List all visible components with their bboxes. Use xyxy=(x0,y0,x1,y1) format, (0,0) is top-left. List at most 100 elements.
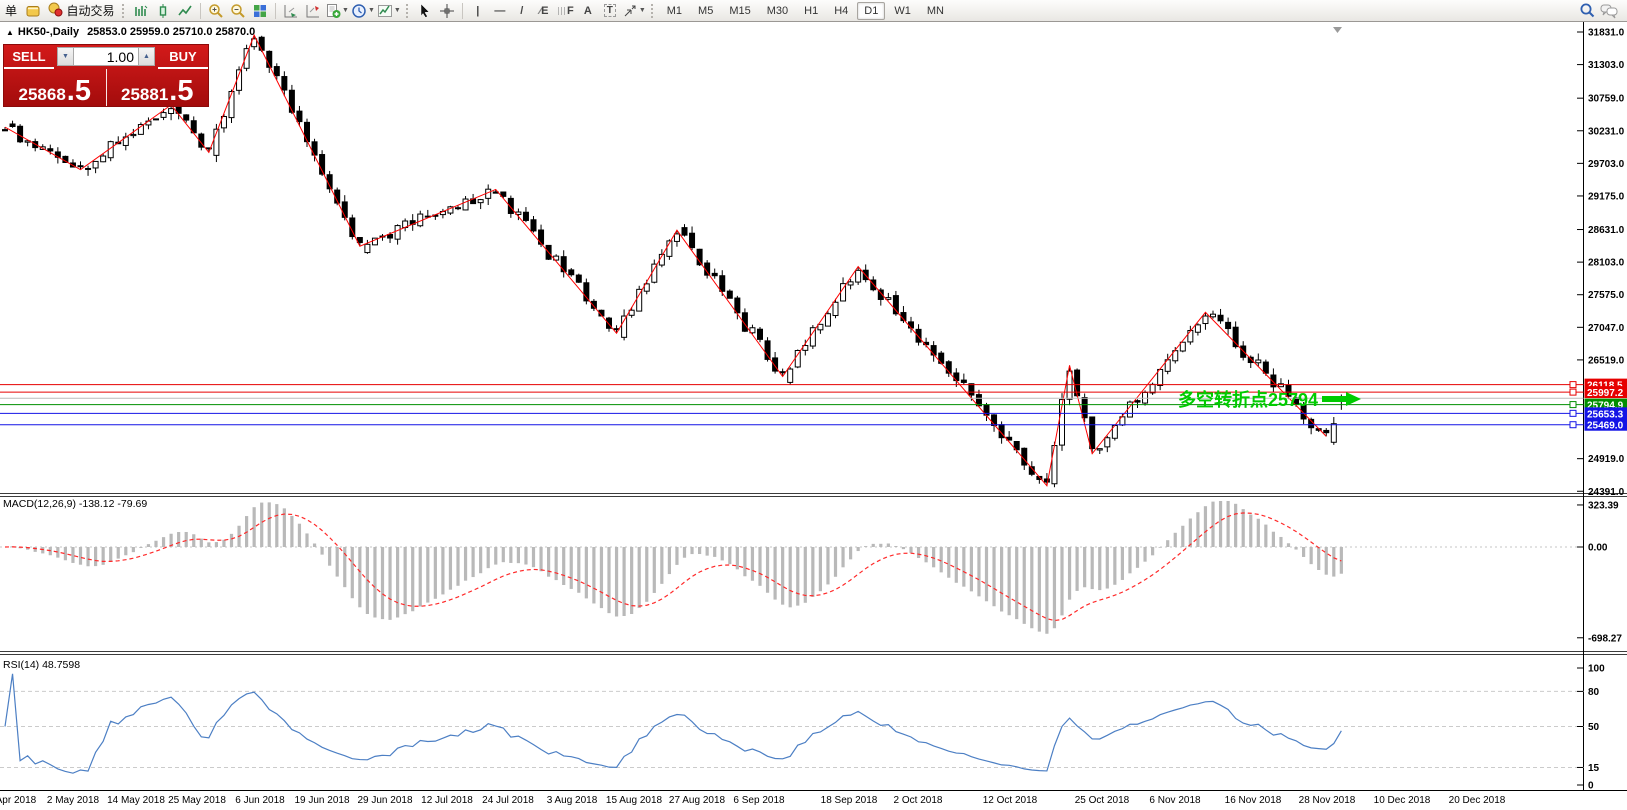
svg-text:28631.0: 28631.0 xyxy=(1588,225,1625,236)
svg-text:6 Sep 2018: 6 Sep 2018 xyxy=(733,795,785,806)
zoom-in-button[interactable] xyxy=(206,2,226,20)
svg-text:12 Oct 2018: 12 Oct 2018 xyxy=(983,795,1038,806)
chart-ohlc-values: 25853.0 25959.0 25710.0 25870.0 xyxy=(87,26,255,38)
volume-increase-button[interactable]: ▲ xyxy=(138,47,155,66)
equidistant-channel-tool[interactable]: ∕∕E xyxy=(534,2,554,20)
timeframe-button-m30[interactable]: M30 xyxy=(760,2,795,20)
timeframe-button-mn[interactable]: MN xyxy=(920,2,951,20)
svg-text:28 Nov 2018: 28 Nov 2018 xyxy=(1299,795,1356,806)
horizontal-line-tool[interactable]: — xyxy=(490,2,510,20)
svg-text:10 Dec 2018: 10 Dec 2018 xyxy=(1374,795,1431,806)
svg-text:25469.0: 25469.0 xyxy=(1587,421,1624,432)
buy-price-frac: .5 xyxy=(169,79,193,103)
buy-price-int: 25881 xyxy=(121,86,168,103)
crosshair-tool-button[interactable] xyxy=(437,2,457,20)
right-arrow-icon xyxy=(1322,392,1362,406)
candlestick-type-button[interactable] xyxy=(153,2,173,20)
toolbar-separator xyxy=(462,3,463,19)
volume-decrease-button[interactable]: ▼ xyxy=(57,47,74,66)
pivot-annotation[interactable]: 多空转折点25794 xyxy=(1178,386,1362,412)
toolbar: 单 自动交易 xyxy=(0,0,1627,22)
trendline-tool[interactable]: / xyxy=(512,2,532,20)
timeframe-group: M1M5M15M30H1H4D1W1MN xyxy=(659,2,952,20)
svg-text:30231.0: 30231.0 xyxy=(1588,126,1625,137)
svg-text:18 Sep 2018: 18 Sep 2018 xyxy=(821,795,878,806)
sell-price[interactable]: 25868 .5 xyxy=(4,69,106,106)
svg-text:25653.3: 25653.3 xyxy=(1587,409,1624,420)
vertical-line-tool[interactable]: | xyxy=(468,2,488,20)
chart-symbol-period: HK50-,Daily xyxy=(18,26,79,38)
drawing-tools-group: |—/∕∕EFAT xyxy=(467,2,621,20)
autoscroll-button[interactable] xyxy=(281,2,301,20)
svg-text:50: 50 xyxy=(1588,722,1600,733)
gold-badge-icon[interactable] xyxy=(23,2,43,20)
svg-text:25 Oct 2018: 25 Oct 2018 xyxy=(1075,795,1130,806)
svg-text:29 Jun 2018: 29 Jun 2018 xyxy=(357,795,412,806)
svg-text:2 Oct 2018: 2 Oct 2018 xyxy=(894,795,943,806)
svg-text:12 Jul 2018: 12 Jul 2018 xyxy=(421,795,473,806)
line-chart-type-button[interactable] xyxy=(175,2,195,20)
svg-text:3 Aug 2018: 3 Aug 2018 xyxy=(547,795,598,806)
tile-windows-button[interactable] xyxy=(250,2,270,20)
toolbar-grip xyxy=(122,4,126,18)
svg-text:16 Nov 2018: 16 Nov 2018 xyxy=(1225,795,1282,806)
volume-input[interactable]: 1.00 xyxy=(74,47,138,66)
sell-price-frac: .5 xyxy=(67,79,91,103)
sell-button[interactable]: SELL xyxy=(4,45,54,69)
label-tool[interactable]: T xyxy=(600,2,620,20)
chat-button[interactable] xyxy=(1599,2,1619,20)
buy-button[interactable]: BUY xyxy=(158,45,208,69)
svg-text:30759.0: 30759.0 xyxy=(1588,94,1625,105)
buy-price[interactable]: 25881 .5 xyxy=(106,69,209,106)
svg-text:0: 0 xyxy=(1588,781,1594,792)
search-button[interactable] xyxy=(1577,2,1597,20)
chart-canvas[interactable]: 31831.031303.030759.030231.029703.029175… xyxy=(0,0,1627,810)
chevron-down-icon: ▼ xyxy=(639,7,646,14)
chevron-down-icon: ▼ xyxy=(368,7,375,14)
svg-text:27 Aug 2018: 27 Aug 2018 xyxy=(669,795,726,806)
timeframe-button-h1[interactable]: H1 xyxy=(797,2,825,20)
indicators-menu-button[interactable]: ▼ xyxy=(377,2,401,20)
pivot-annotation-text: 多空转折点25794 xyxy=(1178,386,1318,412)
timeframe-button-m15[interactable]: M15 xyxy=(722,2,757,20)
timeframe-button-d1[interactable]: D1 xyxy=(857,2,885,20)
arrows-tool-button[interactable]: ▼ xyxy=(622,2,646,20)
cursor-tool-button[interactable] xyxy=(415,2,435,20)
volume-control: ▼ 1.00 ▲ xyxy=(57,47,155,66)
svg-text:27575.0: 27575.0 xyxy=(1588,290,1625,301)
timeframe-button-m5[interactable]: M5 xyxy=(691,2,720,20)
svg-text:323.39: 323.39 xyxy=(1588,500,1619,511)
svg-text:29175.0: 29175.0 xyxy=(1588,191,1625,202)
zoom-out-button[interactable] xyxy=(228,2,248,20)
toolbar-separator xyxy=(200,3,201,19)
chart-shift-button[interactable] xyxy=(303,2,323,20)
text-tool[interactable]: A xyxy=(578,2,598,20)
sell-button-label: SELL xyxy=(12,49,45,64)
rsi-label: RSI(14) 48.7598 xyxy=(3,659,80,671)
svg-text:2 May 2018: 2 May 2018 xyxy=(47,795,100,806)
svg-text:20 Dec 2018: 20 Dec 2018 xyxy=(1449,795,1506,806)
new-order-button[interactable]: ▼ xyxy=(325,2,349,20)
chevron-down-icon: ▼ xyxy=(394,7,401,14)
chevron-down-icon: ▼ xyxy=(342,7,349,14)
toolbar-separator xyxy=(275,3,276,19)
timeframe-button-h4[interactable]: H4 xyxy=(827,2,855,20)
chart-title: ▲HK50-,Daily25853.0 25959.0 25710.0 2587… xyxy=(6,26,255,38)
fibonacci-grid-tool[interactable]: F xyxy=(556,2,576,20)
buy-button-label: BUY xyxy=(169,49,196,64)
svg-text:31831.0: 31831.0 xyxy=(1588,28,1625,39)
svg-text:26519.0: 26519.0 xyxy=(1588,355,1625,366)
mt4-window: 单 自动交易 xyxy=(0,0,1627,810)
timeframe-button-m1[interactable]: M1 xyxy=(660,2,689,20)
timeframe-button-w1[interactable]: W1 xyxy=(887,2,918,20)
svg-text:14 May 2018: 14 May 2018 xyxy=(107,795,165,806)
svg-text:24391.0: 24391.0 xyxy=(1588,487,1625,498)
order-menu-label[interactable]: 单 xyxy=(1,2,21,20)
toolbar-grip xyxy=(406,4,410,18)
autotrading-label: 自动交易 xyxy=(66,2,114,19)
sell-price-int: 25868 xyxy=(19,86,66,103)
bar-chart-type-button[interactable] xyxy=(131,2,151,20)
autotrading-button[interactable]: 自动交易 xyxy=(45,2,117,20)
svg-text:100: 100 xyxy=(1588,664,1605,675)
timeframes-menu-button[interactable]: ▼ xyxy=(351,2,375,20)
